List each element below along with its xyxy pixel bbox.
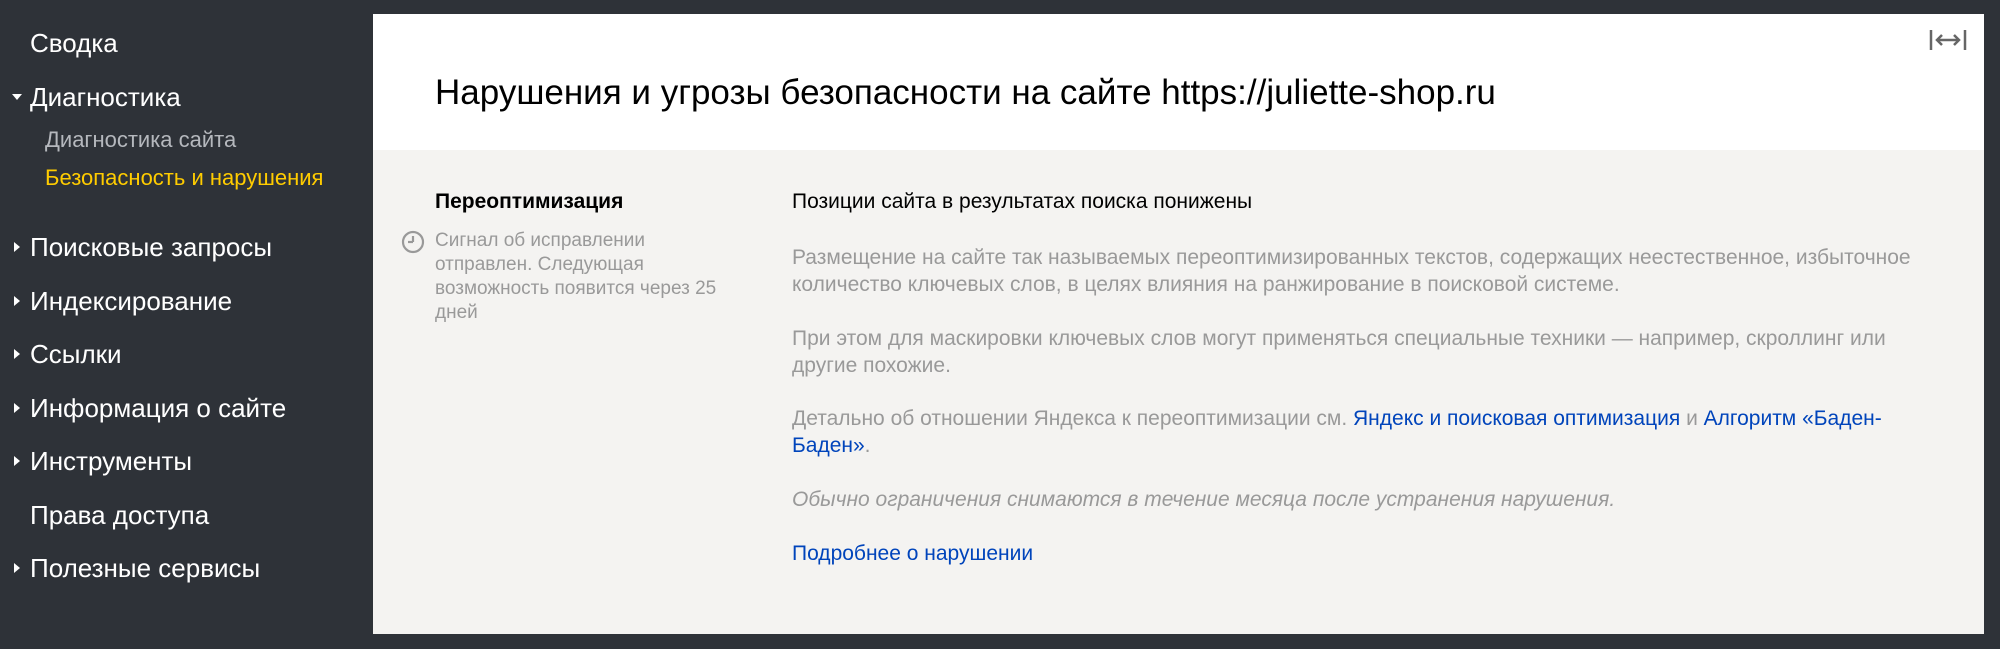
main-panel: Нарушения и угрозы безопасности на сайте…	[373, 14, 1984, 634]
caret-right-icon	[14, 296, 20, 306]
caret-right-icon	[14, 563, 20, 573]
description-paragraph: При этом для маскировки ключевых слов мо…	[792, 327, 1886, 377]
sidebar-item-label: Полезные сервисы	[30, 553, 261, 583]
page-title: Нарушения и угрозы безопасности на сайте…	[435, 73, 1496, 112]
caret-right-icon	[14, 349, 20, 359]
sidebar-item-site-info[interactable]: Информация о сайте	[14, 392, 287, 424]
sidebar-item-access-rights[interactable]: Права доступа	[30, 499, 209, 531]
sidebar-item-links[interactable]: Ссылки	[14, 338, 122, 370]
description-note: Обычно ограничения снимаются в течение м…	[792, 488, 1616, 511]
sidebar-item-label: Сводка	[30, 28, 118, 58]
sidebar-item-search-queries[interactable]: Поисковые запросы	[14, 231, 273, 263]
sidebar-item-summary[interactable]: Сводка	[30, 27, 118, 59]
sidebar-subitem-site-diagnostics[interactable]: Диагностика сайта	[45, 126, 236, 154]
paragraph-text: .	[864, 434, 871, 457]
caret-right-icon	[14, 242, 20, 252]
sidebar-item-indexing[interactable]: Индексирование	[14, 285, 233, 317]
sidebar-item-useful-services[interactable]: Полезные сервисы	[14, 552, 261, 584]
status-text: Сигнал об исправлении отправлен. Следующ…	[435, 230, 717, 323]
description-paragraph: Детально об отношении Яндекса к переопти…	[792, 405, 1922, 459]
sidebar-item-label: Поисковые запросы	[30, 232, 273, 262]
sidebar-item-diagnostics[interactable]: Диагностика	[12, 81, 181, 113]
sidebar: Сводка Диагностика Диагностика сайта Без…	[0, 0, 373, 649]
sidebar-item-label: Права доступа	[30, 500, 210, 530]
sidebar-subitem-security[interactable]: Безопасность и нарушения	[45, 164, 323, 192]
sidebar-item-label: Информация о сайте	[30, 393, 287, 423]
sidebar-item-label: Индексирование	[30, 286, 233, 316]
caret-right-icon	[14, 403, 20, 413]
paragraph-text: Детально об отношении Яндекса к переопти…	[792, 407, 1354, 430]
expand-horizontal-icon[interactable]	[1928, 26, 1968, 54]
panel-header: Нарушения и угрозы безопасности на сайте…	[373, 14, 1984, 150]
sidebar-item-label: Диагностика	[30, 82, 181, 112]
description-paragraph: Размещение на сайте так называемых перео…	[792, 246, 1911, 296]
more-about-violation-link[interactable]: Подробнее о нарушении	[792, 540, 1922, 568]
clock-icon	[401, 230, 425, 254]
sidebar-item-label: Ссылки	[30, 339, 122, 369]
paragraph-text: и	[1680, 407, 1704, 430]
issue-headline: Позиции сайта в результатах поиска пониж…	[792, 190, 1253, 213]
sidebar-item-tools[interactable]: Инструменты	[14, 445, 193, 477]
issue-title: Переоптимизация	[435, 190, 624, 213]
sidebar-item-label: Инструменты	[30, 446, 193, 476]
caret-right-icon	[14, 456, 20, 466]
caret-down-icon	[12, 94, 22, 100]
link-yandex-seo[interactable]: Яндекс и поисковая оптимизация	[1353, 407, 1680, 430]
